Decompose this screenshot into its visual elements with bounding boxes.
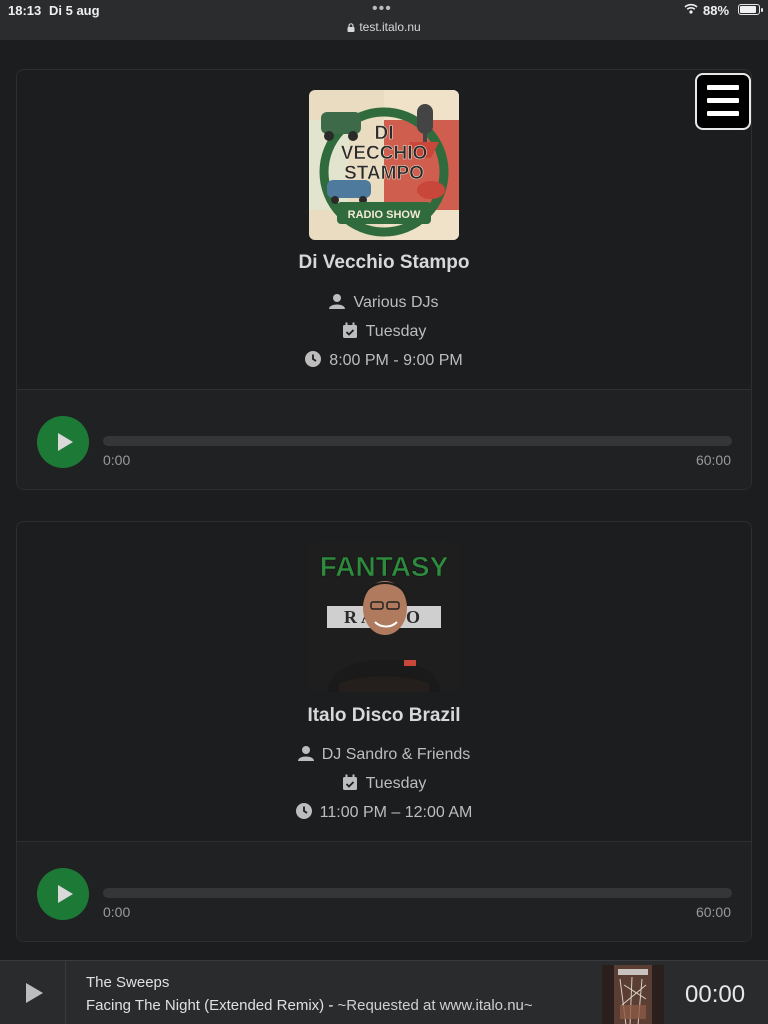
show-dj-row: DJ Sandro & Friends (17, 745, 751, 764)
clock-icon (295, 803, 312, 819)
show-title: Di Vecchio Stampo (298, 252, 470, 273)
battery-icon (738, 4, 763, 15)
show-cover-image: DI VECCHIO STAMPO RADIO SHOW (309, 90, 459, 240)
show-time: 8:00 PM - 9:00 PM (329, 352, 463, 369)
battery-percent: 88% (703, 3, 730, 18)
play-button[interactable] (37, 868, 89, 920)
show-dj: Various DJs (353, 294, 439, 311)
current-time: 0:00 (103, 452, 131, 468)
play-icon (57, 885, 73, 903)
show-time-row: 8:00 PM - 9:00 PM (17, 351, 751, 370)
status-date: Di 5 aug (49, 3, 100, 18)
user-icon (329, 294, 346, 309)
show-info: RADIO FANTASY Italo Disco Brazil DJ Sand… (17, 522, 751, 842)
cover-text-line1: DI (375, 123, 394, 144)
more-dots-icon[interactable]: ••• (372, 0, 392, 18)
clock-icon (305, 351, 322, 367)
show-day: Tuesday (365, 323, 427, 340)
current-time: 0:00 (103, 904, 131, 920)
address-bar[interactable]: test.italo.nu (0, 20, 768, 34)
status-time: 18:13 (8, 3, 42, 18)
menu-bar-top (707, 85, 739, 90)
audio-player: 0:00 60:00 (17, 841, 751, 941)
show-day-row: Tuesday (17, 774, 751, 793)
now-playing-separator: - (324, 997, 338, 1014)
cover-text-fantasy: FANTASY (320, 551, 449, 582)
cover-text-line2: VECCHIO (341, 143, 428, 164)
progress-bar[interactable] (103, 436, 732, 446)
now-playing-play-button[interactable] (0, 961, 66, 1024)
cover-text-ribbon: RADIO SHOW (348, 209, 421, 221)
menu-bar-bottom (707, 111, 739, 116)
now-playing-bar: The Sweeps Facing The Night (Extended Re… (0, 960, 768, 1024)
duration: 60:00 (695, 904, 731, 920)
play-icon (26, 983, 43, 1003)
show-dj-row: Various DJs (17, 293, 751, 312)
calendar-check-icon (342, 322, 357, 338)
progress-bar[interactable] (103, 888, 732, 898)
play-icon (57, 433, 73, 451)
hamburger-menu-button[interactable] (695, 73, 751, 130)
show-time: 11:00 PM – 12:00 AM (319, 804, 473, 821)
show-dj: DJ Sandro & Friends (321, 746, 471, 763)
show-day: Tuesday (365, 775, 427, 792)
status-bar: 18:13 Di 5 aug ••• test.italo.nu 88% (0, 0, 768, 40)
play-button[interactable] (37, 416, 89, 468)
show-time-row: 11:00 PM – 12:00 AM (17, 803, 751, 822)
audio-player: 0:00 60:00 (17, 389, 751, 489)
now-playing-artist: The Sweeps (86, 974, 170, 991)
show-card: RADIO FANTASY Italo Disco Brazil DJ Sand… (16, 521, 752, 942)
cover-text-line3: STAMPO (344, 163, 424, 184)
wifi-icon (684, 3, 698, 14)
user-icon (297, 746, 314, 761)
calendar-check-icon (342, 774, 357, 790)
url-text: test.italo.nu (359, 20, 421, 34)
show-cover-image: RADIO FANTASY (309, 542, 459, 692)
show-info: DI VECCHIO STAMPO RADIO SHOW Di Vecchio … (17, 70, 751, 390)
now-playing-album-art (602, 965, 664, 1024)
show-card: DI VECCHIO STAMPO RADIO SHOW Di Vecchio … (16, 69, 752, 490)
lock-icon (347, 23, 355, 32)
menu-bar-middle (707, 98, 739, 103)
now-playing-title: Facing The Night (Extended Remix) (86, 997, 325, 1014)
show-day-row: Tuesday (17, 322, 751, 341)
show-title: Italo Disco Brazil (307, 705, 461, 726)
now-playing-request-note: ~Requested at www.italo.nu~ (337, 997, 533, 1014)
duration: 60:00 (695, 452, 731, 468)
now-playing-title-row: Facing The Night (Extended Remix) - ~Req… (86, 997, 533, 1014)
now-playing-elapsed: 00:00 (685, 981, 746, 1008)
